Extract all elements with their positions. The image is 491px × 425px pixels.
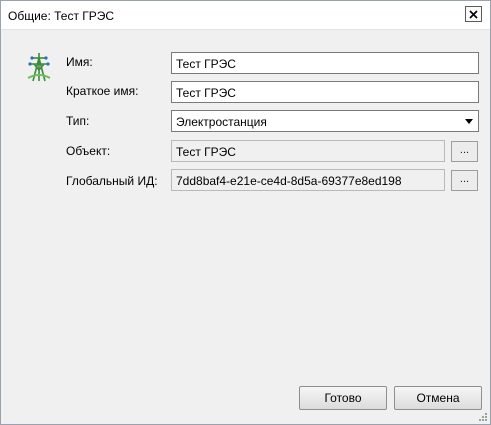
close-icon xyxy=(469,10,478,19)
title-bar: Общие: Тест ГРЭС xyxy=(1,1,490,30)
close-button[interactable] xyxy=(465,6,482,22)
global-id-browse-button[interactable]: ... xyxy=(451,170,478,191)
chevron-down-icon xyxy=(465,119,473,124)
type-label: Тип: xyxy=(66,114,90,128)
window-title: Общие: Тест ГРЭС xyxy=(8,9,115,23)
global-id-label: Глобальный ИД: xyxy=(66,174,158,188)
type-select-value: Электростанция xyxy=(176,115,267,129)
dialog-window: Общие: Тест ГРЭС Имя: Тест ГРЭС Краткое … xyxy=(0,0,491,425)
object-browse-button[interactable]: ... xyxy=(451,141,478,162)
object-field: Тест ГРЭС xyxy=(171,140,445,162)
type-dropdown-arrow[interactable] xyxy=(461,112,477,130)
short-name-label: Краткое имя: xyxy=(66,84,139,98)
short-name-input[interactable]: Тест ГРЭС xyxy=(171,81,479,103)
object-label: Объект: xyxy=(66,144,111,158)
power-station-icon xyxy=(27,53,51,82)
resize-grip-icon[interactable] xyxy=(477,411,488,422)
name-input[interactable]: Тест ГРЭС xyxy=(171,52,479,74)
dialog-body: Имя: Тест ГРЭС Краткое имя: Тест ГРЭС Ти… xyxy=(1,30,490,424)
name-label: Имя: xyxy=(66,55,93,69)
global-id-field: 7dd8baf4-e21e-ce4d-8d5a-69377e8ed198 xyxy=(171,169,445,191)
cancel-button[interactable]: Отмена xyxy=(394,386,482,410)
ok-button[interactable]: Готово xyxy=(299,386,387,410)
type-select[interactable]: Электростанция xyxy=(171,110,479,132)
